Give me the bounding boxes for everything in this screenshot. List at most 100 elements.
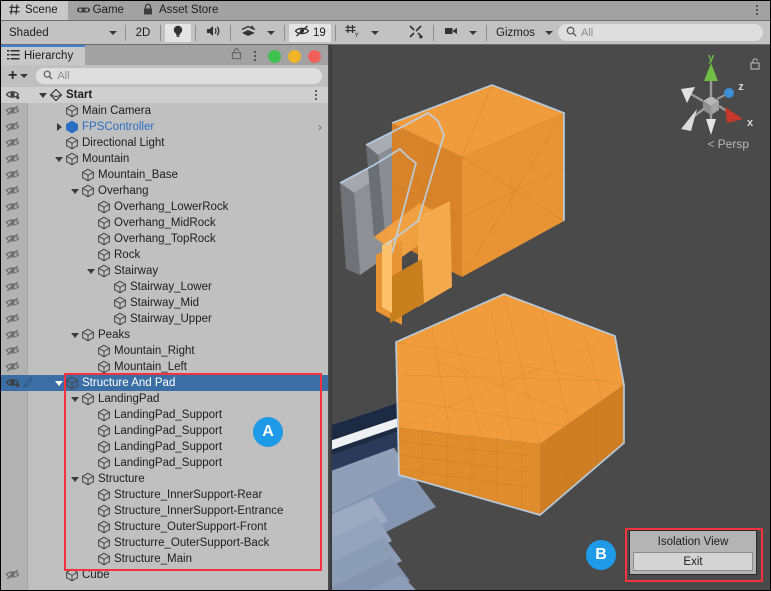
eye-hidden-icon[interactable]: [5, 216, 22, 230]
tab-scene[interactable]: Scene: [0, 0, 68, 20]
hierarchy-tree[interactable]: StartMain CameraFPSController›Directiona…: [0, 87, 328, 591]
effects-dropdown-button[interactable]: [262, 24, 280, 42]
hierarchy-row-label: Overhang: [98, 183, 149, 199]
eye-hidden-icon[interactable]: [5, 264, 22, 278]
hierarchy-row[interactable]: Structurre_OuterSupport-Back: [0, 535, 328, 551]
hierarchy-row[interactable]: Structure_OuterSupport-Front: [0, 519, 328, 535]
cube-icon: [97, 264, 111, 278]
add-gameobject-button[interactable]: +: [6, 70, 30, 82]
hierarchy-row[interactable]: Structure_InnerSupport-Entrance: [0, 503, 328, 519]
tab-scene-label: Scene: [25, 4, 58, 16]
toggle-effects-button[interactable]: [235, 24, 262, 42]
hierarchy-search-input[interactable]: All: [36, 68, 322, 84]
hierarchy-row[interactable]: Structure: [0, 471, 328, 487]
hierarchy-row[interactable]: Mountain: [0, 151, 328, 167]
eye-hidden-icon[interactable]: [5, 152, 22, 166]
hierarchy-row[interactable]: Peaks: [0, 327, 328, 343]
hierarchy-row[interactable]: Overhang: [0, 183, 328, 199]
window-dot-yellow[interactable]: [288, 50, 301, 63]
isolation-exit-button[interactable]: Exit: [633, 552, 753, 571]
toggle-audio-button[interactable]: [200, 24, 226, 42]
toggle-lighting-button[interactable]: [165, 24, 191, 42]
eye-hidden-icon[interactable]: [5, 312, 22, 326]
grid-visibility-button[interactable]: Y: [340, 24, 366, 42]
tab-game[interactable]: Game: [68, 0, 134, 20]
toggle-2d-button[interactable]: 2D: [130, 24, 156, 42]
gizmos-dropdown-button[interactable]: [540, 24, 558, 42]
tab-hierarchy[interactable]: Hierarchy: [0, 45, 85, 65]
hierarchy-row[interactable]: Directional Light: [0, 135, 328, 151]
hierarchy-row[interactable]: FPSController›: [0, 119, 328, 135]
picking-toggle-icon[interactable]: [22, 376, 35, 390]
gizmo-unlocked-padlock-icon[interactable]: [749, 57, 761, 76]
hierarchy-row[interactable]: Structure_InnerSupport-Rear: [0, 487, 328, 503]
tab-bar-right: [751, 0, 771, 20]
scene-view-viewport[interactable]: y x z: [332, 45, 771, 591]
eye-hidden-icon[interactable]: [5, 344, 22, 358]
hierarchy-row[interactable]: Start: [0, 87, 328, 103]
eye-hidden-icon[interactable]: [5, 360, 22, 374]
eye-hidden-icon[interactable]: [5, 296, 22, 310]
foldout-toggle-icon[interactable]: [53, 121, 65, 133]
eye-hidden-icon[interactable]: [5, 168, 22, 182]
hierarchy-row-label: Mountain_Base: [98, 167, 178, 183]
eye-hidden-icon[interactable]: [5, 280, 22, 294]
foldout-toggle-icon: [85, 553, 97, 565]
hierarchy-row[interactable]: Main Camera: [0, 103, 328, 119]
scene-search-input[interactable]: All: [558, 24, 763, 41]
lock-icon[interactable]: [231, 47, 242, 65]
camera-dropdown-button[interactable]: [464, 24, 482, 42]
grid-dropdown-button[interactable]: [366, 24, 384, 42]
hierarchy-row[interactable]: Overhang_TopRock: [0, 231, 328, 247]
hierarchy-row[interactable]: Overhang_MidRock: [0, 215, 328, 231]
eye-hidden-icon[interactable]: [5, 568, 22, 582]
eye-hidden-icon[interactable]: [5, 120, 22, 134]
hierarchy-row[interactable]: Mountain_Base: [0, 167, 328, 183]
hierarchy-row[interactable]: Mountain_Left: [0, 359, 328, 375]
eye-hidden-icon[interactable]: [5, 184, 22, 198]
foldout-toggle-icon[interactable]: [37, 89, 49, 101]
kebab-menu-icon[interactable]: [310, 88, 322, 102]
draw-mode-dropdown[interactable]: Shaded: [3, 24, 121, 42]
kebab-menu-icon[interactable]: [249, 49, 261, 63]
eye-hidden-icon[interactable]: [5, 232, 22, 246]
window-dot-green[interactable]: [268, 50, 281, 63]
eye-hidden-icon[interactable]: [5, 248, 22, 262]
tab-asset-store[interactable]: Asset Store: [134, 0, 228, 20]
hierarchy-row[interactable]: Rock: [0, 247, 328, 263]
foldout-toggle-icon[interactable]: [69, 329, 81, 341]
foldout-toggle-icon[interactable]: [69, 473, 81, 485]
hierarchy-row[interactable]: LandingPad_Support: [0, 455, 328, 471]
kebab-menu-icon[interactable]: [751, 3, 763, 17]
foldout-toggle-icon[interactable]: [85, 265, 97, 277]
eye-hidden-icon[interactable]: [5, 200, 22, 214]
hierarchy-row[interactable]: Structure And Pad: [0, 375, 328, 391]
foldout-toggle-icon[interactable]: [69, 185, 81, 197]
hierarchy-row[interactable]: Structure_Main: [0, 551, 328, 567]
window-dot-red[interactable]: [308, 50, 321, 63]
hierarchy-row[interactable]: Overhang_LowerRock: [0, 199, 328, 215]
scene-visibility-button[interactable]: 19: [289, 24, 331, 42]
hierarchy-row[interactable]: Stairway_Upper: [0, 311, 328, 327]
cube-icon: [65, 568, 79, 582]
hierarchy-row[interactable]: Cube: [0, 567, 328, 583]
camera-projection-label[interactable]: < Persp: [708, 137, 749, 151]
hierarchy-row[interactable]: Stairway_Mid: [0, 295, 328, 311]
foldout-toggle-icon[interactable]: [53, 153, 65, 165]
scene-tools-button[interactable]: [403, 24, 429, 42]
eye-hidden-icon[interactable]: [5, 328, 22, 342]
eye-visible-icon[interactable]: [5, 88, 22, 102]
eye-visible-icon[interactable]: [5, 376, 22, 390]
scene-camera-button[interactable]: [438, 24, 464, 42]
chevron-right-icon[interactable]: ›: [318, 119, 322, 135]
hierarchy-row[interactable]: Stairway: [0, 263, 328, 279]
hierarchy-row[interactable]: Stairway_Lower: [0, 279, 328, 295]
eye-hidden-icon[interactable]: [5, 104, 22, 118]
toolbar-divider-8: [486, 25, 487, 41]
hierarchy-row[interactable]: LandingPad: [0, 391, 328, 407]
foldout-toggle-icon[interactable]: [53, 377, 65, 389]
foldout-toggle-icon[interactable]: [69, 393, 81, 405]
eye-hidden-icon[interactable]: [5, 136, 22, 150]
gizmos-button[interactable]: Gizmos: [491, 24, 540, 42]
hierarchy-row[interactable]: Mountain_Right: [0, 343, 328, 359]
